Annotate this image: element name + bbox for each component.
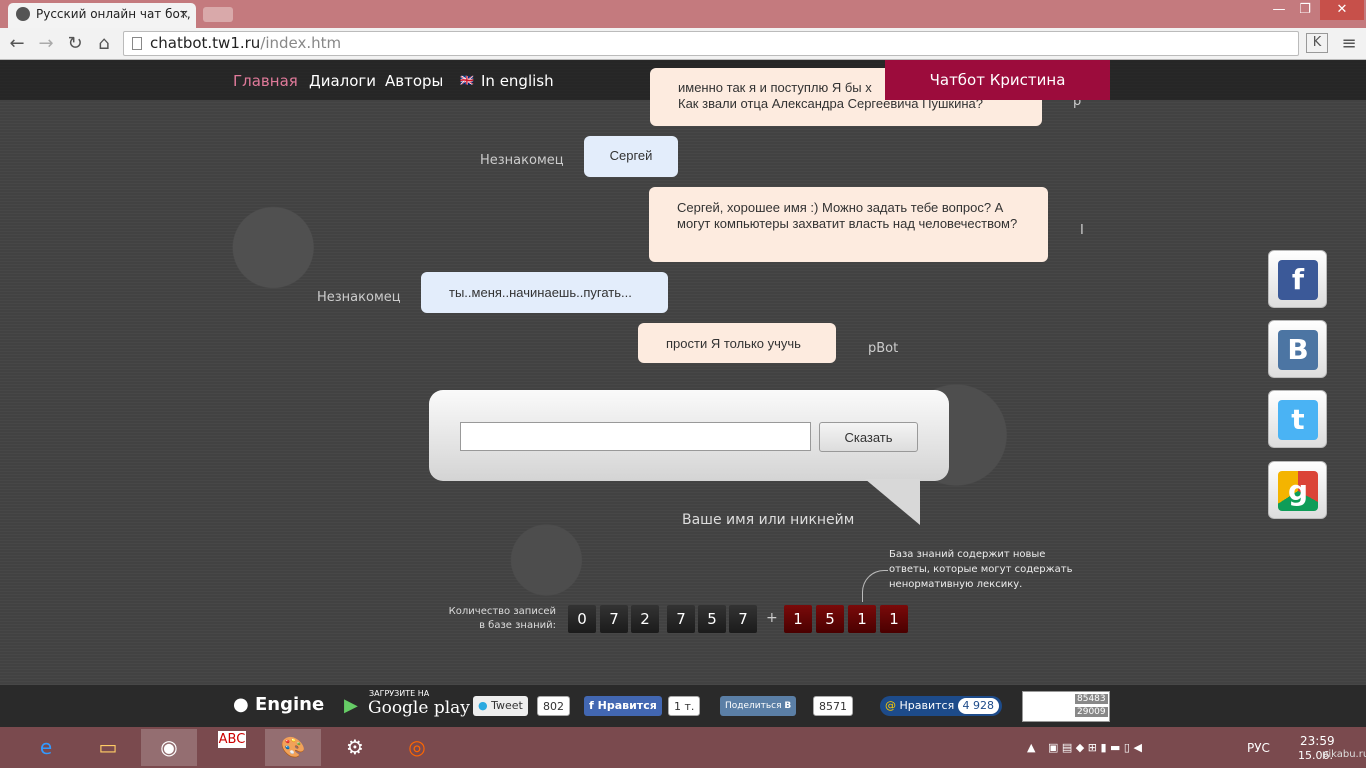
tweet-count: 802	[537, 696, 570, 716]
tray-app-icons[interactable]: ▣ ▤ ◆ ⊞ ▮ ▬ ▯ ◀	[1048, 741, 1142, 754]
fb-like-count: 1 т.	[668, 696, 701, 716]
reload-icon[interactable]: ↻	[64, 33, 86, 54]
twitter-icon: t	[1278, 400, 1318, 440]
note-pointer	[862, 570, 888, 602]
site-title: Чатбот Кристина	[885, 60, 1110, 100]
gplay-label: Google play	[368, 698, 470, 718]
bot-message: Сергей, хорошее имя :) Можно задать тебе…	[649, 187, 1048, 262]
vk-share-button[interactable]: В	[1268, 320, 1327, 378]
back-icon[interactable]: ←	[6, 33, 28, 54]
vk-icon: В	[784, 701, 792, 711]
tab-close-icon[interactable]: ×	[179, 3, 189, 25]
say-button[interactable]: Сказать	[819, 422, 918, 452]
twitter-bird-icon: ●	[478, 699, 488, 712]
close-window-button[interactable]: ✕	[1320, 0, 1364, 20]
extension-icon[interactable]: K	[1306, 33, 1328, 53]
page-icon	[132, 37, 142, 50]
counter-extra-digit: 1	[848, 605, 876, 633]
vk-share-footer-button[interactable]: Поделиться В	[720, 696, 797, 716]
play-icon: ▶	[344, 695, 358, 716]
browser-tab[interactable]: Русский онлайн чат бот, ×	[8, 3, 196, 29]
clock-time[interactable]: 23:59	[1300, 734, 1335, 748]
counter-digit: 2	[631, 605, 659, 633]
ok-like-button[interactable]: @ Нравится 4 928	[880, 696, 1002, 716]
watermark: pikabu.ru	[1322, 749, 1366, 760]
nav-dialogs[interactable]: Диалоги	[309, 72, 376, 90]
ie-icon[interactable]: e	[18, 729, 74, 766]
fb-icon: f	[589, 699, 594, 712]
counter-digit: 7	[667, 605, 695, 633]
url-path: /index.htm	[260, 34, 342, 52]
counter-digit: 0	[568, 605, 596, 633]
counter-digit: 5	[698, 605, 726, 633]
counter-extra-digit: 5	[816, 605, 844, 633]
bot-message: прости Я только учучь	[638, 323, 836, 363]
knowledge-note: База знаний содержит новые ответы, котор…	[889, 549, 1073, 590]
tab-title: Русский онлайн чат бот,	[36, 7, 191, 21]
counter-extra-digit: 1	[880, 605, 908, 633]
vk-count: 8571	[813, 696, 853, 716]
engine-label: Engine	[254, 694, 325, 715]
nav-english[interactable]: In english	[481, 72, 554, 90]
speaker-label: Незнакомец	[317, 290, 401, 305]
google-play-badge[interactable]: ▶ ЗАГРУЗИТЕ НА Google play	[344, 689, 470, 718]
message-input[interactable]	[460, 422, 811, 451]
fb-like-button[interactable]: f Нравится	[584, 696, 662, 716]
chrome-store-button[interactable]: g	[1268, 461, 1327, 519]
url-host: chatbot.tw1.ru	[150, 34, 261, 52]
explorer-icon[interactable]: ▭	[80, 729, 136, 766]
user-message: Сергей	[584, 136, 678, 177]
home-icon[interactable]: ⌂	[93, 33, 115, 54]
abc-app-icon[interactable]: ABC	[204, 729, 260, 766]
gplay-small: ЗАГРУЗИТЕ НА	[369, 689, 430, 698]
favicon-icon	[16, 7, 30, 21]
name-caption: Ваше имя или никнейм	[682, 512, 855, 528]
counter-plus: +	[766, 610, 778, 626]
taskbar: e ▭ ◉ ABC 🎨 ⚙ ◎ ▲ ▣ ▤ ◆ ⊞ ▮ ▬ ▯ ◀ РУС 23…	[0, 727, 1366, 768]
stats-value: 29009	[1075, 707, 1108, 717]
nav-home[interactable]: Главная	[233, 72, 298, 90]
ok-count: 4 928	[957, 698, 999, 714]
origin-icon[interactable]: ◎	[389, 729, 445, 766]
forward-icon[interactable]: →	[35, 33, 57, 54]
page: именно так я и поступлю Я бы х Как звали …	[0, 60, 1366, 685]
counter-extra-digit: 1	[784, 605, 812, 633]
address-bar[interactable]: chatbot.tw1.ru/index.htm	[123, 31, 1299, 56]
counter-digit: 7	[600, 605, 628, 633]
engine-logo: ● Engine	[233, 694, 325, 715]
tray-expand-icon[interactable]: ▲	[1027, 741, 1035, 754]
panel-tail	[865, 479, 920, 525]
steam-icon[interactable]: ⚙	[327, 729, 383, 766]
new-tab-button[interactable]	[203, 7, 233, 22]
chrome-store-icon: g	[1278, 471, 1318, 511]
minimize-button[interactable]: —	[1266, 2, 1292, 17]
twitter-share-button[interactable]: t	[1268, 390, 1327, 448]
facebook-share-button[interactable]: f	[1268, 250, 1327, 308]
chrome-icon[interactable]: ◉	[141, 729, 197, 766]
speaker-label: I	[1080, 223, 1084, 238]
ok-icon: @	[885, 699, 896, 712]
language-indicator[interactable]: РУС	[1247, 741, 1270, 755]
footer: ● Engine ▶ ЗАГРУЗИТЕ НА Google play ● Twee…	[0, 685, 1366, 727]
speaker-label: pBot	[868, 341, 899, 356]
facebook-icon: f	[1278, 260, 1318, 300]
maximize-button[interactable]: ❐	[1292, 2, 1318, 17]
tweet-button[interactable]: ● Tweet	[473, 696, 528, 716]
nav-authors[interactable]: Авторы	[385, 72, 443, 90]
stats-value: 85483	[1075, 694, 1108, 704]
paint-icon[interactable]: 🎨	[265, 729, 321, 766]
menu-icon[interactable]: ≡	[1338, 33, 1360, 54]
user-message: ты..меня..начинаешь..пугать...	[421, 272, 668, 313]
stats-counter: 85483 29009	[1022, 691, 1110, 722]
tab-bar: Русский онлайн чат бот, × — ❐ ✕	[0, 0, 1366, 29]
counter-label: Количество записей в базе знаний:	[448, 606, 556, 631]
counter-digit: 7	[729, 605, 757, 633]
speaker-label: Незнакомец	[480, 153, 564, 168]
uk-flag-icon: 🇬🇧	[460, 74, 474, 87]
vk-icon: В	[1278, 330, 1318, 370]
